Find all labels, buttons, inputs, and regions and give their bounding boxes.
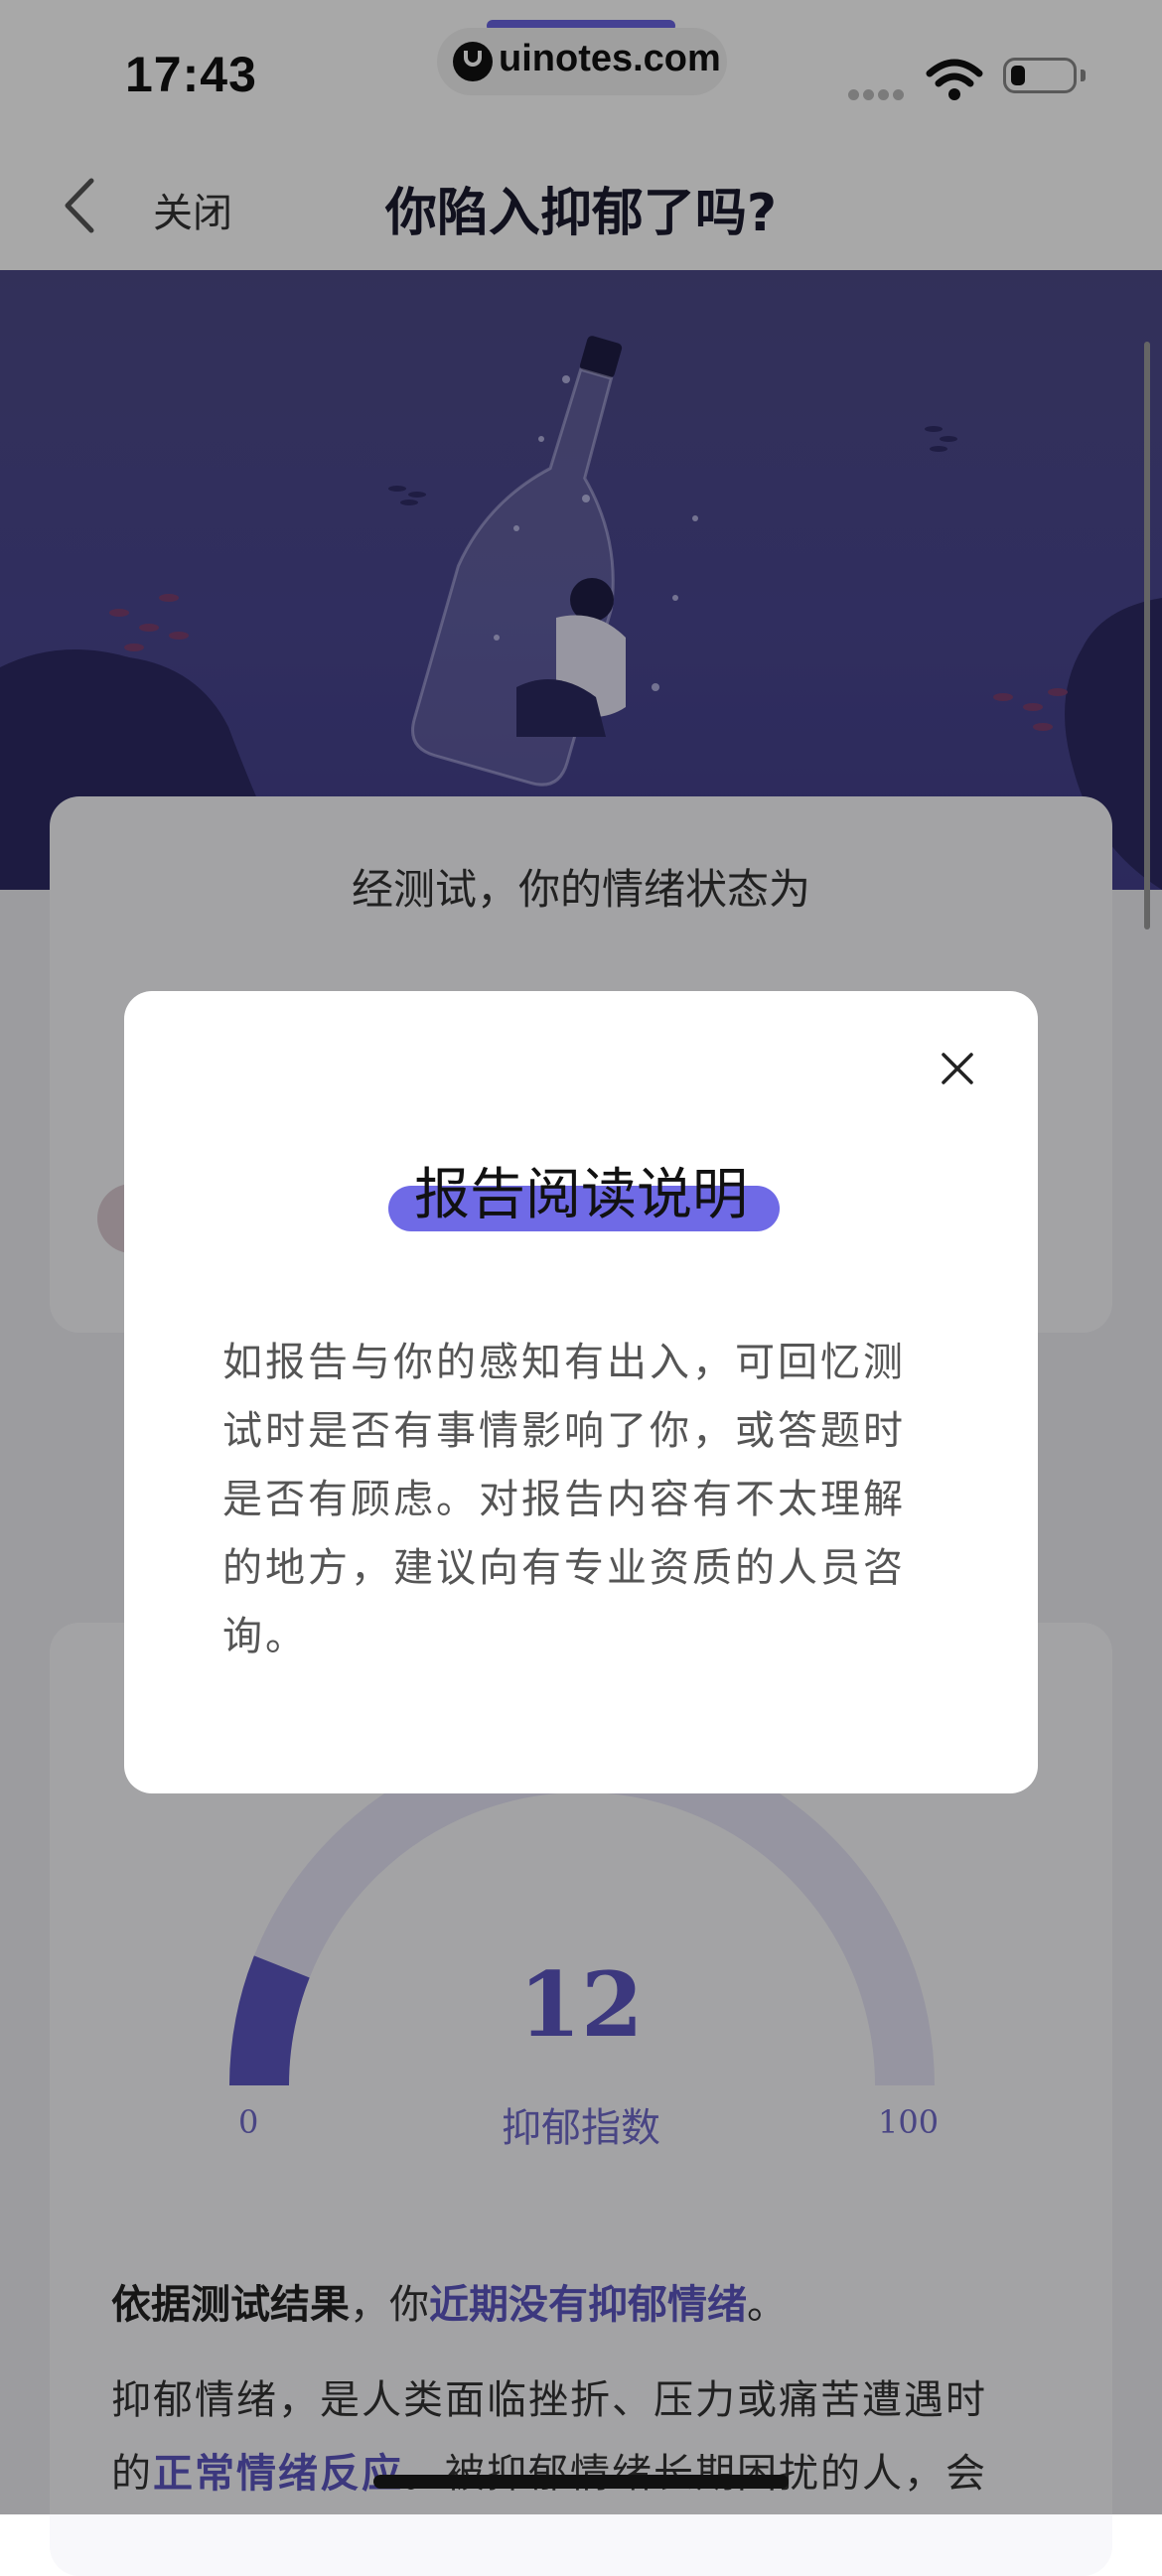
close-icon[interactable] (938, 1049, 977, 1088)
home-indicator (373, 2475, 789, 2489)
modal-title: 报告阅读说明 (414, 1163, 748, 1227)
modal-body: 如报告与你的感知有出入，可回忆测试时是否有事情影响了你，或答题时是否有顾虑。对报… (222, 1340, 906, 1659)
